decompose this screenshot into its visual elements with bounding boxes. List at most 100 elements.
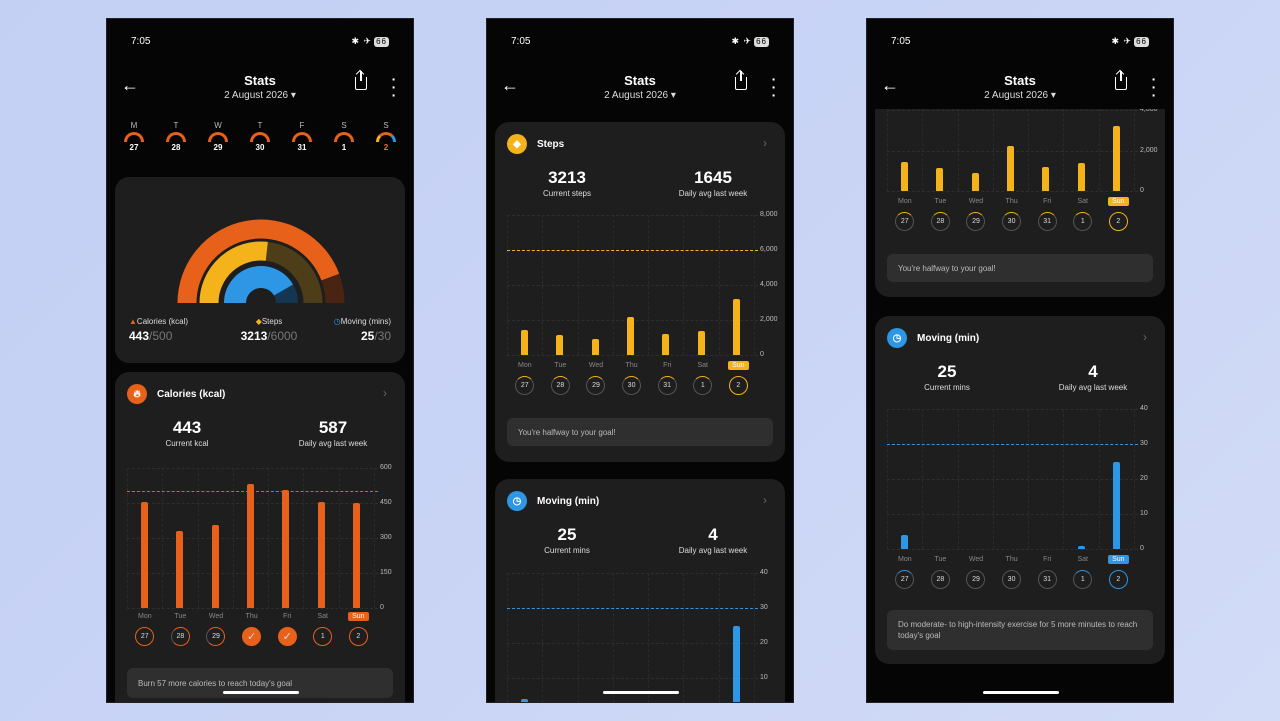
tip-message-text: You're halfway to your goal! [898,263,996,273]
chevron-right-icon[interactable]: › [763,493,767,507]
bar-sun [1112,461,1120,549]
day-circle[interactable]: 1 [685,376,721,395]
y-tick-label: 8,000 [760,211,778,218]
date-selector[interactable]: 2 August 2026 ▾ [107,90,413,101]
card-title: Steps [537,138,565,150]
week-day[interactable]: F 31 [287,121,317,165]
day-circle[interactable]: 30 [994,212,1030,231]
day-circle[interactable]: 28 [923,212,959,231]
day-date: 28 [936,218,945,225]
day-circle[interactable]: 2 [721,376,757,395]
chevron-right-icon[interactable]: › [763,136,767,150]
week-day-ring [292,132,312,142]
share-icon[interactable] [1115,71,1127,90]
day-circle[interactable]: 28 [923,570,959,589]
bar-mon [901,161,909,191]
week-day-ring [208,132,228,142]
gesture-bar[interactable] [603,691,679,694]
bar-tue [936,167,944,191]
steps-card[interactable]: ◆ Steps › 3213 Current steps 1645 Daily avg… [495,122,785,462]
day-circle[interactable]: 29 [578,376,614,395]
day-circle[interactable]: 29 [958,212,994,231]
more-vert-icon[interactable]: · · · [1151,72,1157,102]
grid-column-line [922,409,924,549]
day-circle[interactable]: 31 [649,376,685,395]
status-time: 7:05 [511,36,531,47]
day-circle[interactable]: ✓ [269,627,305,646]
card-title: Calories (kcal) [157,388,226,400]
y-tick-label: 0 [380,604,384,611]
week-day[interactable]: T 30 [245,121,275,165]
bar-fri [282,490,290,608]
day-label-text: Tue [934,198,947,205]
date-selector[interactable]: 2 August 2026 ▾ [487,90,793,101]
status-bar: 7:05 ✱ ✈ 66 [867,36,1173,50]
summary-card[interactable]: ▲Calories (kcal) 443/500 ◆Steps 3213/600… [115,177,405,363]
more-vert-icon[interactable]: · · · [771,72,777,102]
summary-steps: ◆Steps 3213/6000 [229,317,309,343]
week-day-letter: F [299,121,305,130]
gesture-bar[interactable] [223,691,299,694]
current-stat: 443 Current kcal [117,418,257,448]
gesture-bar[interactable] [983,691,1059,694]
day-circle[interactable]: 31 [1029,212,1065,231]
day-date: 28 [556,382,565,389]
day-circle[interactable]: 27 [507,376,543,395]
grid-column-line [1063,109,1065,191]
week-day[interactable]: S1 [329,121,359,165]
grid-line [507,678,758,679]
day-label: Thu [994,198,1030,205]
day-circle-ring: 29 [206,627,226,646]
day-circle[interactable]: 1 [305,627,341,646]
week-day[interactable]: T 28 [161,121,191,165]
week-day[interactable]: W 29 [203,121,233,165]
day-circle[interactable]: 2 [341,627,377,646]
grid-column-line [127,468,128,608]
calories-card[interactable]: 🔥︎ Calories (kcal) › 443 Current kcal 587 D… [115,372,405,702]
grid-column-line [922,109,924,191]
day-circle[interactable]: 2 [1101,212,1137,231]
day-date: 1 [1080,576,1085,583]
day-circle[interactable]: 31 [1029,570,1065,589]
check-icon: ✓ [246,631,257,643]
moving-card[interactable]: ◷ Moving (min) › 25 Current mins 4 Daily av… [875,316,1165,664]
week-day[interactable]: M 27 [119,121,149,165]
avg-label: Daily avg last week [298,439,368,448]
week-day-ring [250,132,270,142]
day-circle[interactable]: 27 [887,212,923,231]
bar-mon [901,535,909,549]
y-tick-label: 150 [380,569,392,576]
day-label-text: Sat [317,613,329,620]
y-tick-label: 10 [1140,510,1148,517]
day-circle[interactable]: 2 [1101,570,1137,589]
grid-column-line [887,409,888,549]
day-circle[interactable]: 28 [163,627,199,646]
day-circle[interactable]: 30 [994,570,1030,589]
chevron-right-icon[interactable]: › [1143,330,1147,344]
day-label-text: Sun [728,361,749,370]
day-circle[interactable]: 29 [198,627,234,646]
y-tick-label: 6,000 [760,246,778,253]
moving-card[interactable]: ◷ Moving (min) › 25 Current mins 4 Daily av… [495,479,785,702]
day-label-text: Mon [897,556,912,563]
day-circle[interactable]: 27 [887,570,923,589]
week-day[interactable]: S2 [371,121,401,165]
day-circle[interactable]: 30 [614,376,650,395]
day-label-text: Mon [137,613,152,620]
grid-line [887,191,1138,192]
more-vert-icon[interactable]: · · · [391,72,397,102]
chevron-right-icon[interactable]: › [383,386,387,400]
day-circle[interactable]: ✓ [234,627,270,646]
week-day-ring [124,132,144,142]
day-circle[interactable]: 1 [1065,570,1101,589]
share-icon[interactable] [355,71,367,90]
day-circle[interactable]: 28 [543,376,579,395]
day-circle[interactable]: 27 [127,627,163,646]
steps-bar-chart: 8,0006,0004,0002,0000 [887,109,1158,194]
day-circle-ring: 27 [895,212,915,231]
steps-card-scrolled[interactable]: 8,0006,0004,0002,0000 MonTueWedThuFriSat… [875,109,1165,297]
share-icon[interactable] [735,71,747,90]
day-circle[interactable]: 29 [958,570,994,589]
day-circle[interactable]: 1 [1065,212,1101,231]
date-selector[interactable]: 2 August 2026 ▾ [867,90,1173,101]
